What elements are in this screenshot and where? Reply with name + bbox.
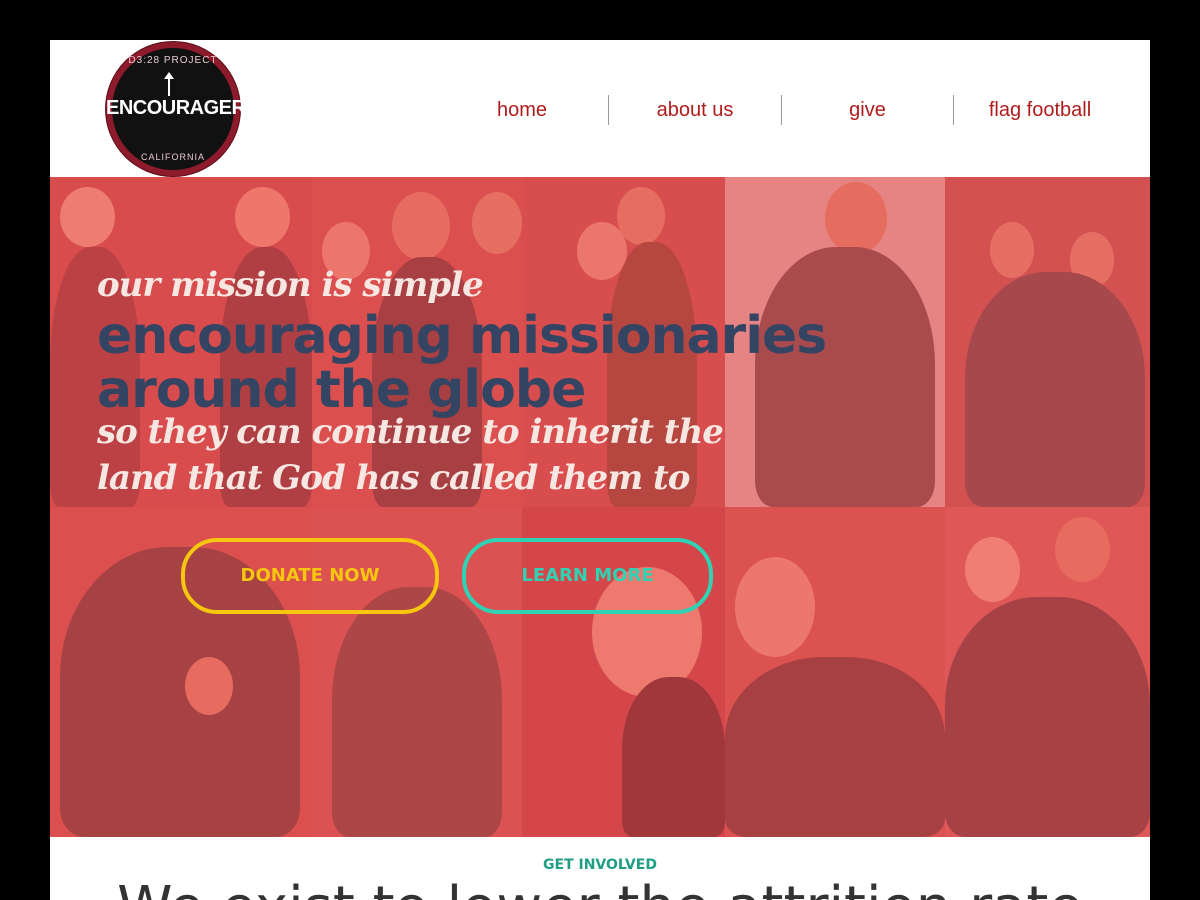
page: D3:28 PROJECT ENCOURAGER CALIFORNIA home… [50,40,1150,900]
hero-section: our mission is simple encouraging missio… [50,177,1150,837]
hero-headline: encouraging missionaries around the glob… [97,306,827,420]
section-headline: We exist to lower the attrition rate [50,875,1150,900]
get-involved-section: GET INVOLVED We exist to lower the attri… [50,837,1150,900]
nav-give[interactable]: give [782,95,953,125]
section-eyebrow: GET INVOLVED [543,857,657,873]
logo-bottom-text: CALIFORNIA [140,152,205,162]
encourager-logo[interactable]: D3:28 PROJECT ENCOURAGER CALIFORNIA [106,42,246,176]
hero-tagline: our mission is simple [97,265,484,305]
nav-home[interactable]: home [436,95,608,125]
nav-about-us[interactable]: about us [609,95,781,125]
arrow-up-icon [164,72,174,96]
logo-top-text: D3:28 PROJECT [128,55,218,66]
donate-now-button[interactable]: DONATE NOW [181,538,439,614]
learn-more-button[interactable]: LEARN MORE [462,538,713,614]
nav-flag-football[interactable]: flag football [954,95,1126,125]
hero-subline: so they can continue to inherit the land… [97,412,724,498]
site-header: D3:28 PROJECT ENCOURAGER CALIFORNIA home… [50,40,1150,177]
logo-word: ENCOURAGER [106,97,246,119]
